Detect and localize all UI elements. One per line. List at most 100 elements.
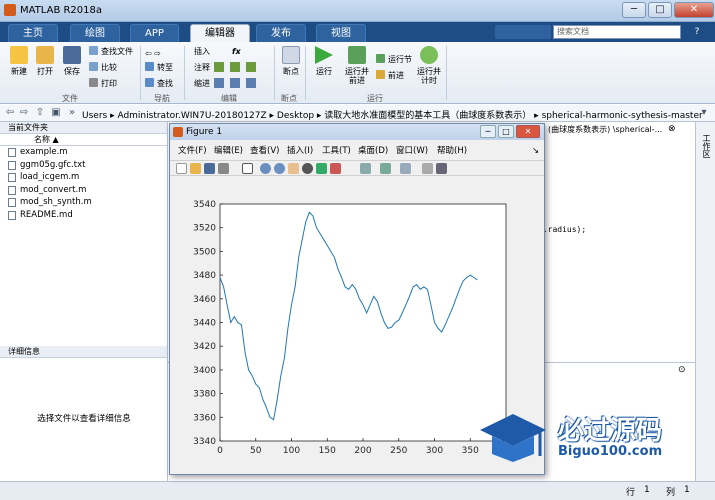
menu-window[interactable]: 窗口(W) [396,145,428,158]
figure-title: Figure 1 [186,127,223,137]
search-input[interactable]: 搜索文档 [553,25,681,39]
app-titlebar: MATLAB R2018a ─ □ ✕ [0,0,715,22]
tab-view[interactable]: 视图 [316,24,366,42]
tab-apps[interactable]: APP [130,24,179,42]
show-tools-icon[interactable] [436,163,447,174]
save-icon [63,46,81,64]
print-button[interactable]: 打印 [89,78,117,89]
advance-button[interactable]: 前进 [376,70,404,81]
up-folder-icon[interactable]: ⇧ [34,107,46,119]
y-axis: 3340 3360 3380 3400 3420 3440 3460 3480 3500 3520… [193,200,223,447]
y-tick-label: 3520 [193,224,216,234]
menu-file[interactable]: 文件(F) [178,145,207,158]
find-button[interactable]: 查找 [145,78,173,89]
file-item[interactable]: mod_convert.m [0,184,167,197]
x-tick-label: 50 [250,446,262,456]
file-item[interactable]: example.m [0,146,167,159]
hide-tools-icon[interactable] [422,163,433,174]
figure-minimize-button[interactable]: ─ [480,125,496,138]
breadcrumb-item[interactable]: Desktop [277,111,314,121]
menu-view[interactable]: 查看(V) [250,145,279,158]
text-file-icon [8,210,16,220]
workspace-tab[interactable]: 工作区 [700,134,712,158]
app-title: MATLAB R2018a [20,5,103,16]
run-advance-button[interactable]: 运行并 前进 [342,46,372,85]
advance-icon [376,70,385,79]
tab-plots[interactable]: 绘图 [70,24,120,42]
goto-button[interactable]: 转至 [145,62,173,73]
quick-access-toolbar[interactable] [495,25,551,39]
path-dropdown-icon[interactable]: ▾ [698,107,710,119]
browse-folder-icon[interactable]: ▣ [50,107,62,119]
link-plot-icon[interactable] [360,163,371,174]
indent-icon [214,78,224,88]
file-item[interactable]: README.md [0,209,167,222]
nav-back-forward[interactable]: ⇦ ⇨ [145,48,161,59]
menu-help[interactable]: 帮助(H) [437,145,467,158]
command-window-menu-icon[interactable]: ⊙ [678,365,686,375]
save-icon[interactable] [204,163,215,174]
menu-insert[interactable]: 插入(I) [287,145,313,158]
edit-tools[interactable] [214,62,264,88]
indent-button[interactable]: 缩进 [194,78,210,89]
workspace-strip[interactable]: 工作区 [695,122,715,492]
file-item[interactable]: load_icgem.m [0,171,167,184]
help-icon[interactable]: ? [685,25,709,39]
run-button[interactable]: 运行 [309,46,339,76]
legend-icon[interactable] [400,163,411,174]
pointer-icon[interactable] [242,163,253,174]
tab-publish[interactable]: 发布 [256,24,306,42]
comment-button[interactable]: 注释 [194,62,210,73]
menu-tools[interactable]: 工具(T) [322,145,351,158]
sort-arrow-icon: ▲ [52,135,59,144]
breakpoints-button[interactable]: 断点 [276,46,306,76]
menu-edit[interactable]: 编辑(E) [214,145,243,158]
open-icon[interactable] [190,163,201,174]
figure-titlebar[interactable]: Figure 1 ─ □ ✕ [170,124,544,140]
minimize-button[interactable]: ─ [622,2,646,18]
breadcrumb-item[interactable]: spherical-harmonic-sythesis-master [542,111,703,121]
dock-arrow-icon[interactable]: ↘ [532,145,539,158]
tab-editor[interactable]: 编辑器 [190,24,250,42]
data-cursor-icon[interactable] [316,163,327,174]
tab-home[interactable]: 主页 [8,24,58,42]
figure-close-button[interactable]: ✕ [516,125,540,138]
fx-button[interactable]: fx [232,46,241,57]
breadcrumb[interactable]: Users ▸ Administrator.WIN7U-20180127Z ▸ … [82,108,703,121]
close-button[interactable]: ✕ [674,2,714,18]
save-button[interactable]: 保存 [57,46,87,76]
code-line: r.radius); [538,225,587,234]
colorbar-icon[interactable] [380,163,391,174]
figure-maximize-button[interactable]: □ [498,125,514,138]
details-message: 选择文件以查看详细信息 [37,414,131,424]
menu-desktop[interactable]: 桌面(D) [358,145,388,158]
ribbon-toolbar: 新建 打开 保存 查找文件 比较 打印 文件 ⇦ ⇨ 转至 查找 导航 插入 注… [0,42,715,104]
breadcrumb-item[interactable]: Administrator.WIN7U-20180127Z [117,111,266,121]
pan-icon[interactable] [288,163,299,174]
x-tick-label: 100 [283,446,300,456]
column-header-name[interactable]: 名称 ▲ [0,134,167,146]
watermark: 必过源码 Biguo100.com [478,410,678,470]
breadcrumb-item[interactable]: 读取大地水准面模型的基本工具（曲球度系数表示） [324,111,531,121]
text-file-icon [8,160,16,170]
insert-button[interactable]: 插入 [194,46,210,57]
maximize-button[interactable]: □ [648,2,672,18]
brush-icon[interactable] [330,163,341,174]
breadcrumb-item[interactable]: Users [82,111,107,121]
open-button[interactable]: 打开 [30,46,60,76]
forward-icon[interactable]: ⇨ [18,107,30,119]
run-time-button[interactable]: 运行并 计时 [414,46,444,85]
zoom-in-icon[interactable] [260,163,271,174]
file-item[interactable]: mod_sh_synth.m [0,196,167,209]
file-item[interactable]: ggm05g.gfc.txt [0,159,167,172]
back-icon[interactable]: ⇦ [4,107,16,119]
rotate-icon[interactable] [302,163,313,174]
close-editor-icon[interactable]: ⊗ [668,124,676,134]
breakpoint-icon [282,46,300,64]
zoom-out-icon[interactable] [274,163,285,174]
compare-button[interactable]: 比较 [89,62,117,73]
print-icon[interactable] [218,163,229,174]
new-figure-icon[interactable] [176,163,187,174]
find-file-button[interactable]: 查找文件 [89,46,133,57]
run-section-button[interactable]: 运行节 [376,54,412,65]
